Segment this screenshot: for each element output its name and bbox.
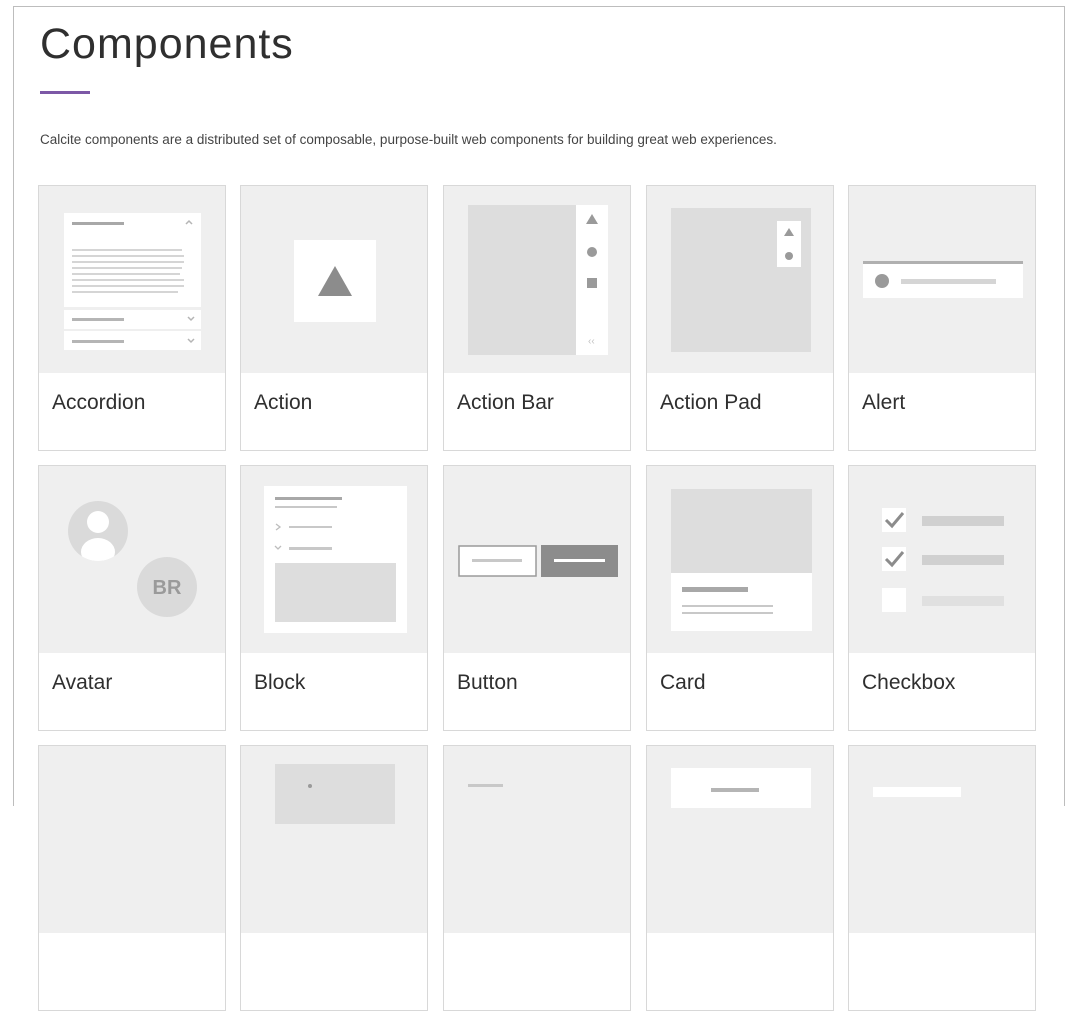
- action-illustration: [241, 186, 427, 373]
- button-illustration: [444, 466, 630, 653]
- component-illustration: [444, 746, 630, 933]
- component-card-action-bar[interactable]: ‹‹ Action Bar: [443, 185, 631, 451]
- component-card-action[interactable]: Action: [240, 185, 428, 451]
- card-illustration: [647, 466, 833, 653]
- component-card-avatar[interactable]: BR Avatar: [38, 465, 226, 731]
- component-card-checkbox[interactable]: Checkbox: [848, 465, 1036, 731]
- page-title: Components: [40, 20, 294, 68]
- page-description: Calcite components are a distributed set…: [40, 132, 777, 147]
- component-card-alert[interactable]: Alert: [848, 185, 1036, 451]
- component-label: Avatar: [52, 671, 113, 694]
- component-label: Block: [254, 671, 306, 694]
- alert-illustration: [849, 186, 1035, 373]
- component-card[interactable]: [646, 745, 834, 1011]
- avatar-illustration: BR: [39, 466, 225, 653]
- action-bar-illustration: ‹‹: [444, 186, 630, 373]
- component-card-block[interactable]: Block: [240, 465, 428, 731]
- component-label: Alert: [862, 391, 906, 414]
- component-card[interactable]: [443, 745, 631, 1011]
- component-card-button[interactable]: Button: [443, 465, 631, 731]
- component-illustration: [647, 746, 833, 933]
- component-label: Action Pad: [660, 391, 762, 414]
- component-label: Accordion: [52, 391, 146, 414]
- component-card-accordion[interactable]: Accordion: [38, 185, 226, 451]
- component-card[interactable]: [848, 745, 1036, 1011]
- component-label: Card: [660, 671, 706, 694]
- accordion-illustration: [39, 186, 225, 373]
- component-card-action-pad[interactable]: Action Pad: [646, 185, 834, 451]
- component-label: Button: [457, 671, 518, 694]
- component-label: Action Bar: [457, 391, 554, 414]
- component-label: Checkbox: [862, 671, 956, 694]
- title-accent-bar: [40, 91, 90, 94]
- action-pad-illustration: [647, 186, 833, 373]
- component-card-card[interactable]: Card: [646, 465, 834, 731]
- checkbox-illustration: [849, 466, 1035, 653]
- svg-text:BR: BR: [153, 577, 182, 599]
- component-card[interactable]: [240, 745, 428, 1011]
- component-illustration: [241, 746, 427, 933]
- component-label: Action: [254, 391, 313, 414]
- svg-text:‹‹: ‹‹: [588, 336, 595, 347]
- component-card[interactable]: [38, 745, 226, 1011]
- block-illustration: [241, 466, 427, 653]
- component-illustration: [849, 746, 1035, 933]
- component-illustration: [39, 746, 225, 933]
